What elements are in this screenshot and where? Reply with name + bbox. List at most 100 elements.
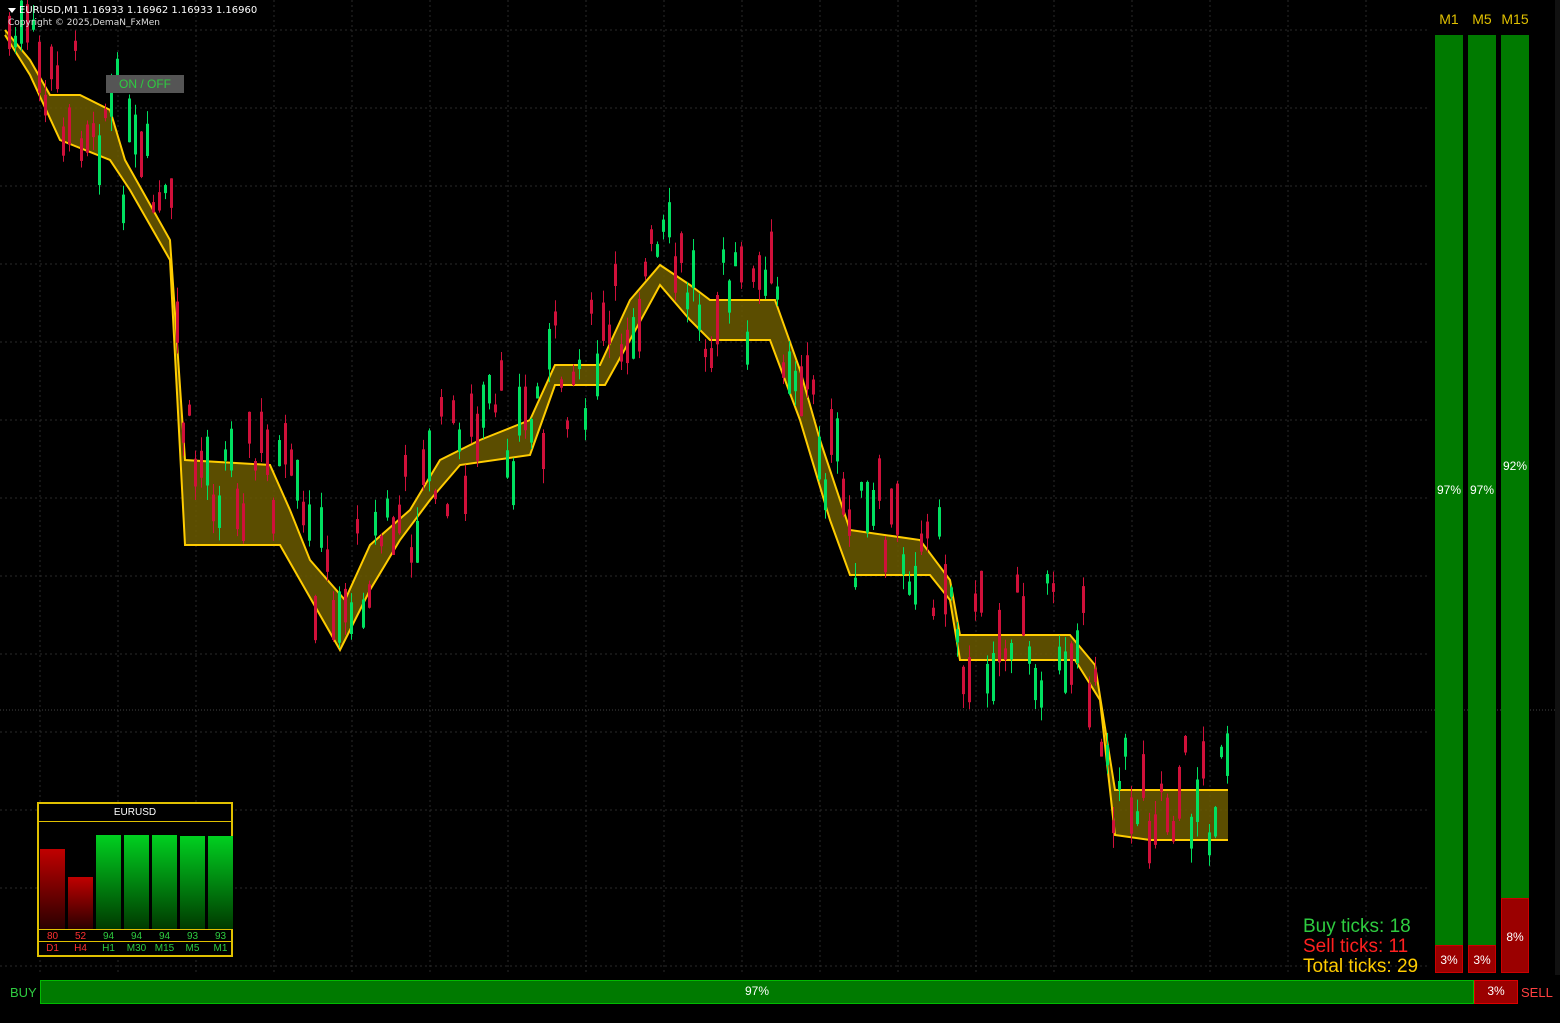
candle-body [206, 436, 209, 486]
candle-body [1112, 820, 1115, 834]
strength-panel-title: EURUSD [39, 804, 231, 822]
strength-bar-h1 [96, 835, 121, 929]
candle-body [788, 351, 791, 394]
strength-bar-m5 [180, 836, 205, 929]
candle-body [1136, 811, 1139, 825]
candle-body [68, 107, 71, 145]
candle-body [860, 482, 863, 491]
candle-body [686, 292, 689, 310]
candle-body [356, 519, 359, 534]
candle-body [734, 252, 737, 267]
candle-body [290, 449, 293, 476]
candle-body [194, 458, 197, 487]
candle-body [896, 483, 899, 535]
candle-body [680, 233, 683, 263]
candle-body [416, 520, 419, 563]
candle-body [932, 607, 935, 617]
candle-body [890, 488, 893, 525]
buy-label: BUY [10, 985, 37, 1000]
candle-body [692, 250, 695, 288]
strength-timeframe: H4 [74, 943, 87, 954]
candle-body [764, 269, 767, 296]
candle-body [962, 666, 965, 695]
candle-body [1058, 646, 1061, 671]
candle-body [824, 479, 827, 511]
candle-body [866, 481, 869, 533]
candle-body [572, 371, 575, 386]
candle-body [530, 419, 533, 443]
dropdown-triangle-icon[interactable] [8, 7, 16, 13]
chart-header: EURUSD,M1 1.16933 1.16962 1.16933 1.1696… [8, 5, 257, 29]
tf-column-m15 [1501, 35, 1529, 973]
strength-timeframe: M5 [185, 943, 200, 954]
candle-body [212, 494, 215, 522]
candle-body [50, 46, 53, 80]
candle-body [452, 400, 455, 424]
candle-body [950, 587, 953, 597]
candle-body [644, 261, 647, 277]
candle-body [170, 178, 173, 208]
candle-body [524, 386, 527, 431]
candle-body [488, 374, 491, 404]
candle-body [908, 581, 911, 595]
strength-timeframe: M1 [213, 943, 228, 954]
candle-body [560, 379, 563, 388]
m15-sell-pct: 8% [1506, 930, 1524, 944]
candle-body [464, 475, 467, 515]
candle-body [374, 511, 377, 536]
candle-body [410, 547, 413, 563]
tf-label-m5: M5 [1472, 11, 1492, 27]
strength-panel: EURUSD 80 D1 52 H4 94 H1 94 M30 94 M15 93 M5 93 M1 [37, 802, 233, 957]
candle-body [830, 409, 833, 455]
candle-body [98, 135, 101, 186]
candle-body [902, 554, 905, 575]
candle-body [956, 629, 959, 643]
candle-body [224, 449, 227, 461]
candle-body [182, 422, 185, 443]
sell-label: SELL [1521, 985, 1553, 1000]
candle-body [254, 461, 257, 471]
candle-body [584, 408, 587, 430]
m1-buy-pct: 97% [1436, 483, 1462, 497]
candle-body [770, 231, 773, 284]
candle-body [536, 386, 539, 399]
candle-body [1172, 821, 1175, 842]
candle-body [320, 507, 323, 548]
candle-body [104, 109, 107, 119]
candle-body [392, 517, 395, 555]
candle-body [434, 490, 437, 500]
candle-body [1082, 586, 1085, 613]
candle-body [794, 370, 797, 392]
candle-body [446, 504, 449, 517]
candle-body [500, 360, 503, 391]
candle-body [362, 599, 365, 628]
price-chart[interactable] [0, 0, 1560, 1023]
candle-body [1166, 797, 1169, 833]
candle-body [1100, 741, 1103, 757]
candle-body [92, 123, 95, 138]
sell-pct-text: 3% [1487, 984, 1505, 998]
candle-body [1052, 583, 1055, 592]
candle-body [188, 404, 191, 416]
candle-body [974, 593, 977, 612]
candle-body [710, 348, 713, 368]
candle-body [722, 249, 725, 263]
strength-value: 94 [158, 931, 171, 942]
candle-body [386, 498, 389, 518]
candle-body [698, 304, 701, 331]
candle-body [176, 301, 179, 343]
candle-body [638, 298, 641, 352]
candle-body [272, 500, 275, 534]
tf-label-m1: M1 [1439, 11, 1459, 27]
candle-body [1088, 683, 1091, 728]
on-off-button[interactable]: ON / OFF [106, 75, 184, 93]
candle-body [998, 609, 1001, 663]
candle-body [146, 123, 149, 156]
candle-body [158, 192, 161, 211]
strength-bar-h4 [68, 877, 93, 929]
candle-body [878, 458, 881, 501]
candle-body [266, 429, 269, 475]
candle-body [326, 549, 329, 572]
tf-column-m5 [1468, 35, 1496, 973]
candle-body [758, 255, 761, 290]
